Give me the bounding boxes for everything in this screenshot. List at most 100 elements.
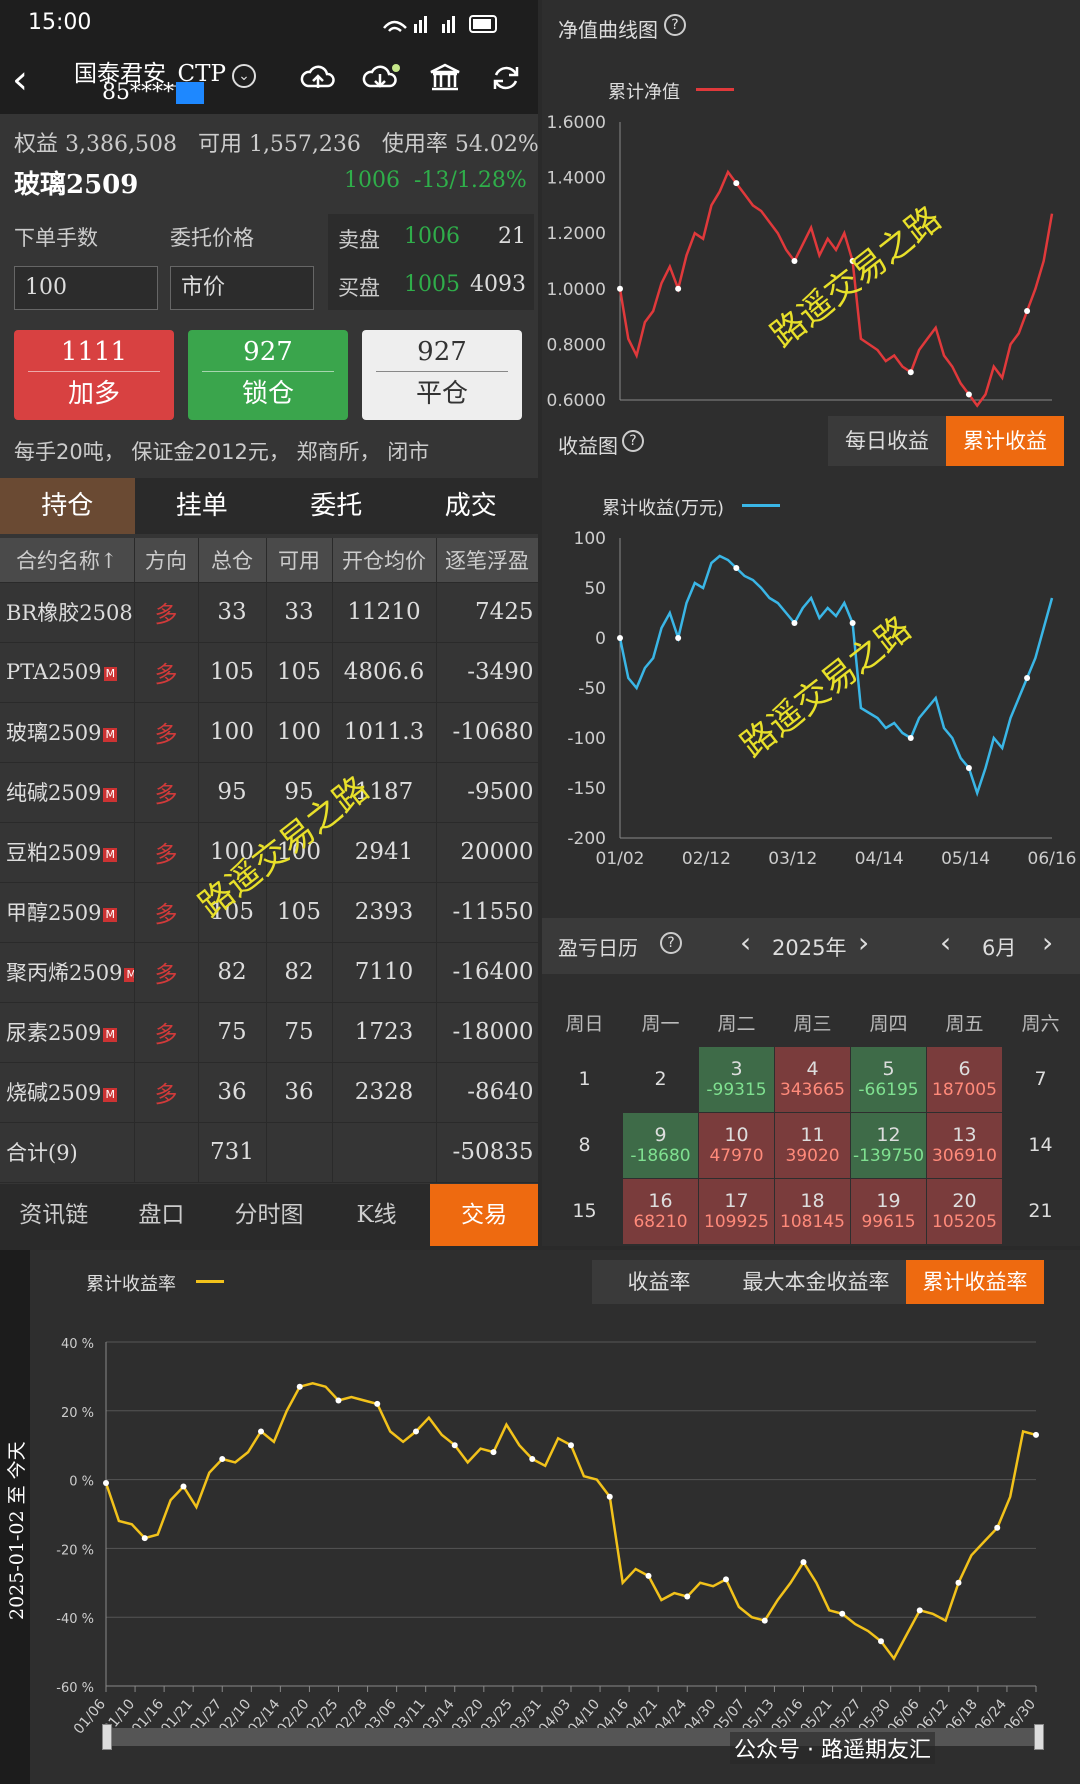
total-pnl: -50835 (436, 1122, 539, 1183)
table-row[interactable]: 纯碱2509 M 多 95 95 1187 -9500 (0, 762, 539, 823)
total-qty: 731 (198, 1122, 267, 1183)
calendar-day[interactable]: 16 68210 (622, 1177, 699, 1245)
y-tick-label: 0.8000 (547, 335, 606, 355)
daily-income-button[interactable]: 每日收益 (828, 416, 946, 466)
day-pnl: -66195 (858, 1080, 919, 1100)
data-point (916, 1607, 923, 1614)
status-bar: 15:00 (0, 0, 538, 50)
instrument-name[interactable]: 玻璃2509 (14, 164, 138, 201)
column-header[interactable]: 逐笔浮盈 (436, 538, 539, 583)
calendar-day[interactable]: 21 (1002, 1177, 1079, 1245)
rate-button[interactable]: 收益率 (592, 1260, 726, 1304)
calendar-day[interactable]: 3 -99315 (698, 1045, 775, 1113)
tab-pending[interactable]: 挂单 (135, 478, 270, 534)
next-month-icon[interactable]: › (1042, 926, 1053, 959)
account-mask (176, 82, 204, 104)
analytics-panel: 净值曲线图 ? 累计净值 1.6000 1.4000 1.2000 1.0000 0.8… (542, 0, 1080, 1246)
tab-orders[interactable]: 委托 (269, 478, 404, 534)
table-row[interactable]: PTA2509 M 多 105 105 4806.6 -3490 (0, 642, 539, 703)
range-handle-end[interactable] (1034, 1724, 1044, 1750)
cumulative-income-button[interactable]: 累计收益 (946, 416, 1064, 466)
column-header[interactable]: 方向 (134, 538, 199, 583)
avg-open-price: 1011.3 (332, 702, 437, 763)
prev-year-icon[interactable]: ‹ (740, 926, 751, 959)
calendar-day[interactable]: 5 -66195 (850, 1045, 927, 1113)
app-header: ‹ 国泰君安_CTP 85**** ⌄ (0, 50, 538, 114)
cloud-download-icon[interactable] (362, 62, 402, 94)
lock-button[interactable]: 927 锁仓 (188, 330, 348, 420)
calendar-day[interactable]: 17 109925 (698, 1177, 775, 1245)
column-header[interactable]: 开仓均价 (332, 538, 437, 583)
weekday-label: 周日 (565, 1013, 604, 1036)
table-row[interactable]: 聚丙烯2509M多82827110-16400 (0, 942, 539, 1003)
day-pnl: -18680 (630, 1146, 691, 1166)
qty-input[interactable]: 100 (14, 266, 158, 310)
nav-orderbook[interactable]: 盘口 (108, 1184, 216, 1246)
floating-pnl: -3490 (436, 642, 539, 703)
data-point (568, 1442, 574, 1449)
nav-trade[interactable]: 交易 (430, 1184, 538, 1246)
tab-positions[interactable]: 持仓 (0, 478, 135, 534)
back-icon[interactable]: ‹ (12, 60, 28, 100)
date-range-label[interactable]: 2025-01-02 至 今天 (2, 1441, 29, 1620)
close-position-button[interactable]: 927 平仓 (362, 330, 522, 420)
cloud-upload-icon[interactable] (300, 62, 336, 94)
calendar-month: 6月 (982, 936, 1017, 960)
refresh-icon[interactable] (490, 62, 522, 94)
add-long-button[interactable]: 1111 加多 (14, 330, 174, 420)
help-icon[interactable]: ? (664, 14, 686, 36)
column-header[interactable]: 合约名称↑ (0, 538, 135, 583)
data-point (955, 1579, 962, 1586)
calendar-day[interactable]: 13 306910 (926, 1111, 1003, 1179)
range-handle-start[interactable] (102, 1724, 112, 1750)
nav-timeshare[interactable]: 分时图 (215, 1184, 323, 1246)
calendar-day[interactable]: 19 99615 (850, 1177, 927, 1245)
calendar-day[interactable]: 15 (546, 1177, 623, 1245)
calendar-day[interactable]: 7 (1002, 1045, 1079, 1113)
table-row[interactable]: BR橡胶2508M多3333112107425 (0, 582, 539, 643)
calendar-day[interactable]: 2 (622, 1045, 699, 1113)
bottom-nav: 资讯链 盘口 分时图 K线 交易 (0, 1184, 538, 1246)
help-icon[interactable]: ? (622, 430, 644, 452)
max-capital-rate-button[interactable]: 最大本金收益率 (726, 1260, 906, 1304)
calendar-day[interactable]: 4 343665 (774, 1045, 851, 1113)
table-row[interactable]: 甲醇2509 M 多 105 105 2393 -11550 (0, 882, 539, 943)
tab-trades[interactable]: 成交 (404, 478, 539, 534)
calendar-day[interactable]: 12 -139750 (850, 1111, 927, 1179)
table-header: 合约名称↑ 方向 总仓 可用 开仓均价 逐笔浮盈 (0, 538, 539, 583)
calendar-day[interactable]: 10 47970 (698, 1111, 775, 1179)
cumulative-rate-button[interactable]: 累计收益率 (906, 1260, 1044, 1304)
help-icon[interactable]: ? (660, 932, 682, 954)
total-qty: 82 (198, 942, 267, 1003)
weekday-label: 周四 (869, 1013, 908, 1036)
chevron-down-icon[interactable]: ⌄ (232, 64, 256, 88)
calendar-day[interactable]: 14 (1002, 1111, 1079, 1179)
bank-icon[interactable] (428, 62, 462, 94)
table-row[interactable]: 尿素2509 M 多 75 75 1723 -18000 (0, 1002, 539, 1063)
column-header[interactable]: 总仓 (198, 538, 267, 583)
direction: 多 (134, 642, 199, 703)
calendar-day[interactable]: 9 -18680 (622, 1111, 699, 1179)
table-row[interactable]: 玻璃2509 M 多 100 100 1011.3 -10680 (0, 702, 539, 763)
column-header[interactable]: 可用 (266, 538, 333, 583)
market-tag-icon: M (103, 907, 117, 922)
calendar-day[interactable]: 1 (546, 1045, 623, 1113)
table-row[interactable]: 烧碱2509 M 多 36 36 2328 -8640 (0, 1062, 539, 1123)
nav-news[interactable]: 资讯链 (0, 1184, 108, 1246)
calendar-day[interactable]: 8 (546, 1111, 623, 1179)
available-qty: 36 (266, 1062, 333, 1123)
data-point (645, 1572, 652, 1579)
calendar-day[interactable]: 20 105205 (926, 1177, 1003, 1245)
price-input[interactable]: 市价 (170, 266, 314, 310)
day-number: 3 (730, 1058, 743, 1080)
day-pnl: 187005 (932, 1080, 997, 1100)
next-year-icon[interactable]: › (858, 926, 869, 959)
nav-kline[interactable]: K线 (323, 1184, 431, 1246)
calendar-day[interactable]: 6 187005 (926, 1045, 1003, 1113)
position-tabs: 持仓 挂单 委托 成交 (0, 478, 538, 534)
prev-month-icon[interactable]: ‹ (940, 926, 951, 959)
calendar-day[interactable]: 18 108145 (774, 1177, 851, 1245)
day-number: 8 (578, 1134, 591, 1156)
calendar-day[interactable]: 11 39020 (774, 1111, 851, 1179)
day-pnl: 47970 (709, 1146, 764, 1166)
